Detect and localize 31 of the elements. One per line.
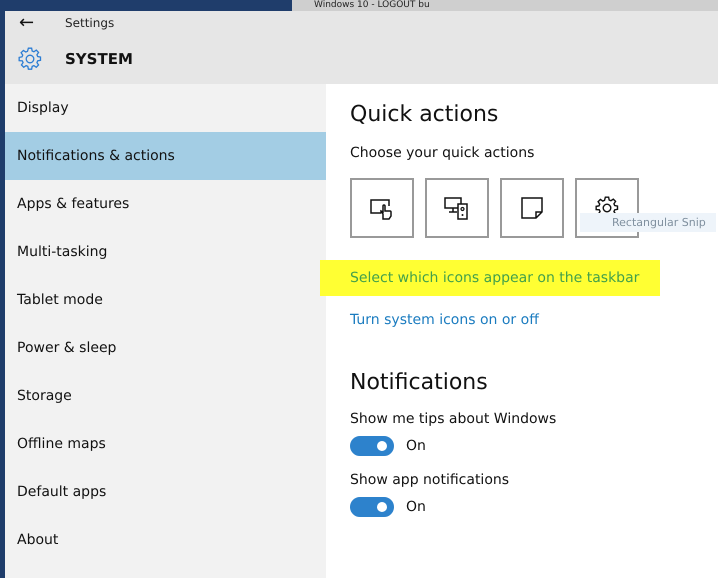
toggle-state: On [406, 499, 426, 515]
quick-action-tile[interactable] [500, 178, 564, 238]
toggle-state: On [406, 438, 426, 454]
browser-tab[interactable]: Windows 10 - LOGOUT bu [292, 0, 718, 11]
sidebar-item[interactable]: Tablet mode [5, 276, 326, 324]
settings-icon [17, 46, 43, 72]
section-title: SYSTEM [65, 50, 133, 68]
quick-action-tile[interactable] [350, 178, 414, 238]
sidebar-item[interactable]: About [5, 516, 326, 564]
sidebar-item[interactable]: Default apps [5, 468, 326, 516]
toggle-switch[interactable] [350, 436, 394, 456]
back-button[interactable]: ← [5, 12, 55, 33]
sidebar-item[interactable]: Power & sleep [5, 324, 326, 372]
tooltip: Rectangular Snip [580, 213, 716, 232]
setting-label: Show app notifications [350, 472, 510, 488]
note-icon [519, 195, 545, 221]
sidebar-item[interactable]: Apps & features [5, 180, 326, 228]
section-heading: Notifications [350, 370, 489, 395]
window-title: Settings [65, 16, 114, 30]
toggle-switch[interactable] [350, 497, 394, 517]
setting-label: Show me tips about Windows [350, 411, 558, 427]
sidebar-item[interactable]: Storage [5, 372, 326, 420]
quick-action-tile[interactable] [425, 178, 489, 238]
sidebar-item[interactable]: Notifications & actions [5, 132, 326, 180]
sidebar-item[interactable]: Multi-tasking [5, 228, 326, 276]
section-subtitle: Choose your quick actions [350, 145, 536, 161]
devices-icon [443, 195, 471, 221]
sidebar-item[interactable]: Display [5, 84, 326, 132]
sidebar-item[interactable]: Offline maps [5, 420, 326, 468]
section-heading: Quick actions [350, 102, 500, 127]
settings-link[interactable]: Turn system icons on or off [350, 312, 539, 328]
